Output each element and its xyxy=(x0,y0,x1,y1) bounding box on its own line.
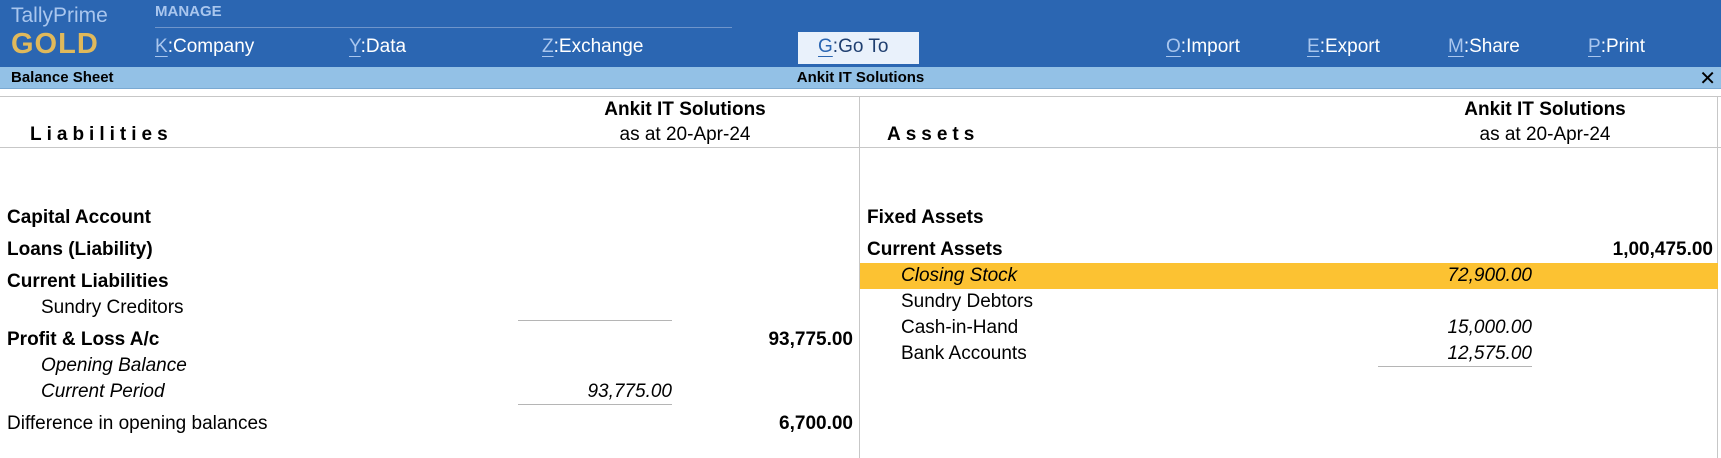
subtotal-line xyxy=(1378,366,1532,367)
asset-current-assets[interactable]: Current Assets xyxy=(867,239,1003,261)
cash-in-hand-amount: 15,000.00 xyxy=(1447,317,1532,338)
liability-loans[interactable]: Loans (Liability) xyxy=(7,239,153,261)
menu-import[interactable]: O:Import xyxy=(1166,35,1240,65)
menu-company[interactable]: K:Company xyxy=(155,35,254,65)
app-edition: GOLD xyxy=(11,28,99,60)
liabilities-date: as at 20-Apr-24 xyxy=(619,124,751,145)
liability-profit-loss[interactable]: Profit & Loss A/c xyxy=(7,329,159,351)
liability-capital-account[interactable]: Capital Account xyxy=(7,207,151,229)
manage-divider xyxy=(155,27,732,28)
asset-cash-in-hand[interactable]: Cash-in-Hand xyxy=(901,317,1018,339)
asset-closing-stock[interactable]: Closing Stock xyxy=(901,265,1017,287)
asset-sundry-debtors[interactable]: Sundry Debtors xyxy=(901,291,1033,313)
current-period-amount: 93,775.00 xyxy=(587,381,672,402)
header-top-border xyxy=(0,96,1721,97)
profit-loss-amount: 93,775.00 xyxy=(768,329,853,350)
liability-current-period[interactable]: Current Period xyxy=(41,381,165,403)
menu-print[interactable]: P:Print xyxy=(1588,35,1645,65)
app-name: TallyPrime xyxy=(11,4,108,27)
menu-export[interactable]: E:Export xyxy=(1307,35,1380,65)
menu-goto[interactable]: G:Go To xyxy=(798,32,919,64)
current-assets-amount: 1,00,475.00 xyxy=(1612,239,1713,260)
assets-date: as at 20-Apr-24 xyxy=(1479,124,1611,145)
liability-difference-opening[interactable]: Difference in opening balances xyxy=(7,413,268,435)
asset-bank-accounts[interactable]: Bank Accounts xyxy=(901,343,1027,365)
menu-share[interactable]: M:Share xyxy=(1448,35,1520,65)
report-company: Ankit IT Solutions xyxy=(796,69,925,86)
liabilities-company: Ankit IT Solutions xyxy=(604,99,766,120)
menu-exchange[interactable]: Z:Exchange xyxy=(542,35,643,65)
manage-section-label: MANAGE xyxy=(155,3,222,20)
asset-fixed-assets[interactable]: Fixed Assets xyxy=(867,207,984,229)
menu-data[interactable]: Y:Data xyxy=(349,35,406,65)
liability-current-liabilities[interactable]: Current Liabilities xyxy=(7,271,169,293)
closing-stock-amount: 72,900.00 xyxy=(1447,265,1532,286)
subtotal-line xyxy=(518,320,672,321)
assets-heading: Assets xyxy=(887,124,980,145)
report-title-bar: Balance Sheet Ankit IT Solutions ✕ xyxy=(0,66,1721,91)
header-bottom-border xyxy=(0,147,1721,148)
difference-amount: 6,700.00 xyxy=(779,413,853,434)
liability-opening-balance[interactable]: Opening Balance xyxy=(41,355,187,377)
liability-sundry-creditors[interactable]: Sundry Creditors xyxy=(41,297,184,319)
assets-company: Ankit IT Solutions xyxy=(1464,99,1626,120)
subtotal-line xyxy=(518,404,672,405)
close-icon[interactable]: ✕ xyxy=(1699,66,1716,91)
bank-accounts-amount: 12,575.00 xyxy=(1447,343,1532,364)
liabilities-heading: Liabilities xyxy=(30,124,173,145)
top-menu-bar: TallyPrime GOLD MANAGE K:Company Y:Data … xyxy=(0,0,1721,67)
